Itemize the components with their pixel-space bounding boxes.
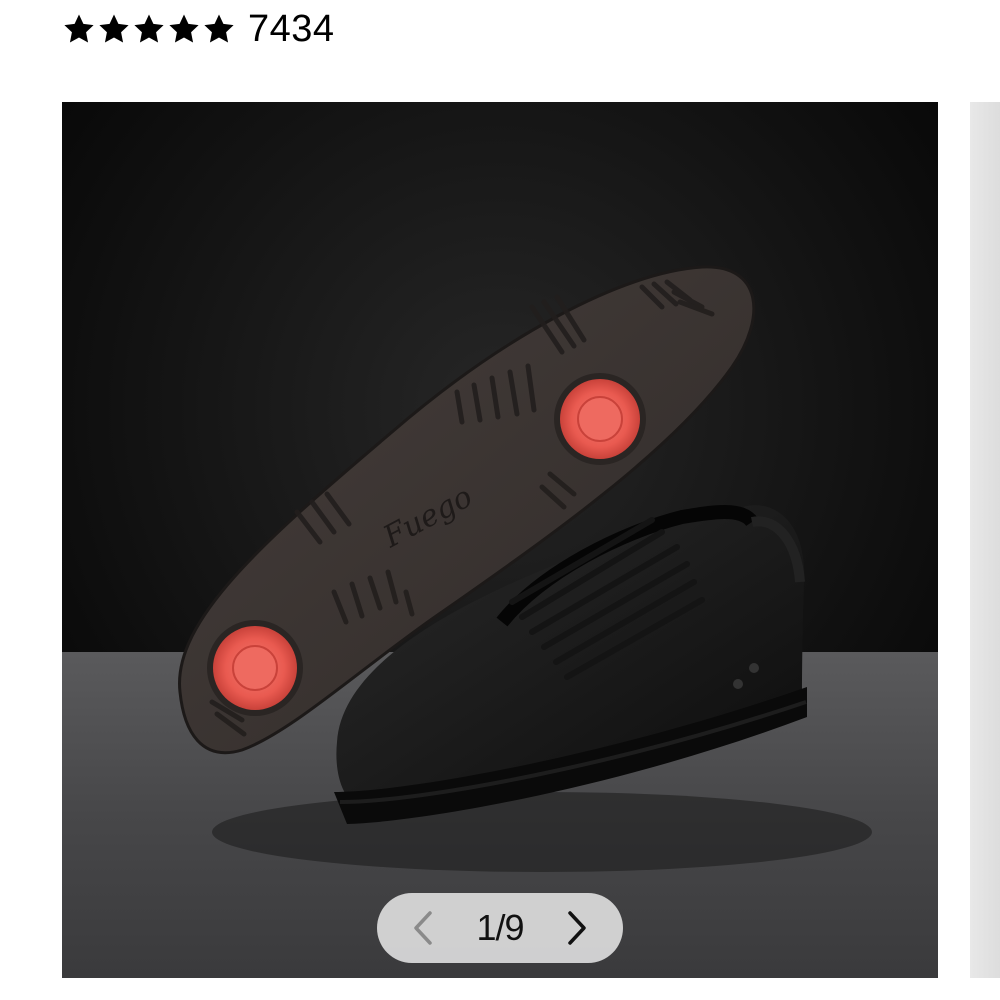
image-counter: 1/9 xyxy=(476,907,524,948)
product-photo: Fuego xyxy=(62,102,938,978)
previous-image-button[interactable] xyxy=(403,903,443,953)
star-icon xyxy=(97,12,131,46)
next-image-peek[interactable] xyxy=(970,102,1000,978)
star-rating xyxy=(62,12,236,46)
product-page: 7434 Fuego 1/9 xyxy=(0,0,1000,1000)
star-icon xyxy=(167,12,201,46)
product-rating[interactable]: 7434 xyxy=(62,6,335,52)
gallery-pager: 1/9 xyxy=(377,893,623,963)
review-count[interactable]: 7434 xyxy=(248,6,335,52)
star-icon xyxy=(202,12,236,46)
star-icon xyxy=(132,12,166,46)
chevron-left-icon xyxy=(414,911,432,945)
star-icon xyxy=(62,12,96,46)
sole-pad-heel xyxy=(207,620,303,716)
sole-pad-front xyxy=(554,373,646,465)
chevron-right-icon xyxy=(568,911,586,945)
next-image-button[interactable] xyxy=(557,903,597,953)
product-image-gallery[interactable]: Fuego xyxy=(62,102,938,978)
